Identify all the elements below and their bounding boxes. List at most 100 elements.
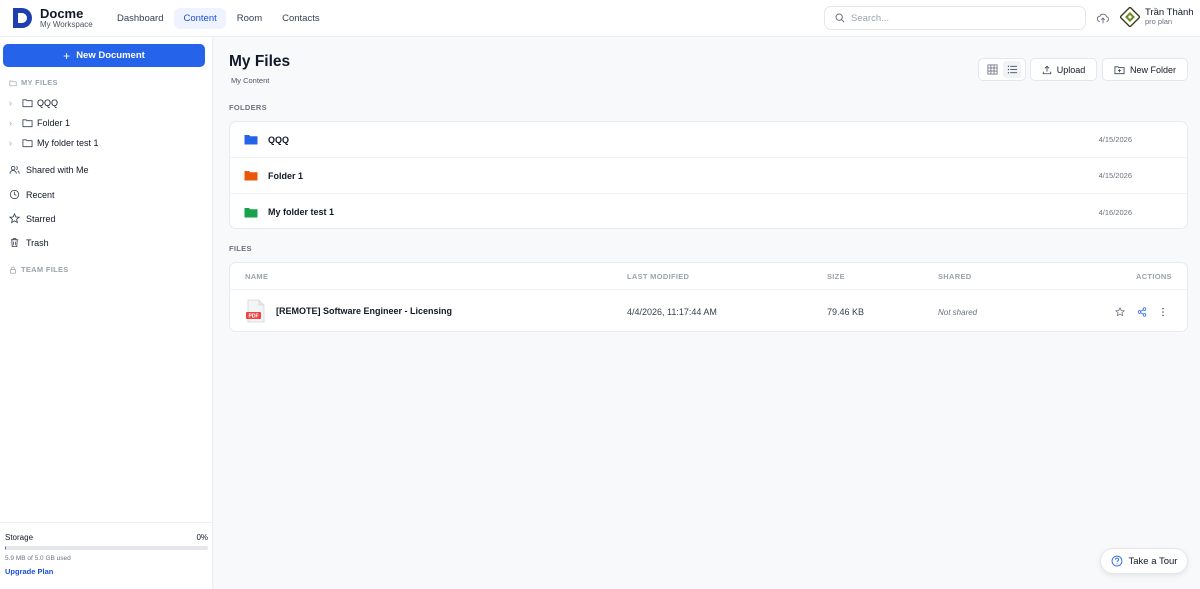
- file-shared-status: Not shared: [938, 308, 978, 317]
- upload-label: Upload: [1056, 64, 1086, 75]
- folder-date: 4/16/2026: [1098, 207, 1132, 217]
- sidebar-folder-my-folder-test-1[interactable]: › My folder test 1: [9, 138, 99, 148]
- brand[interactable]: Docme My Workspace: [0, 6, 108, 30]
- file-size: 79.46 KB: [827, 307, 865, 317]
- upload-icon: [1042, 65, 1051, 74]
- star-icon: [9, 213, 20, 224]
- storage-progress-bar: [5, 546, 208, 550]
- upgrade-plan-link[interactable]: Upgrade Plan: [5, 567, 208, 576]
- take-a-tour-label: Take a Tour: [1128, 555, 1178, 567]
- folder-icon: [22, 119, 33, 128]
- more-options-button[interactable]: [1156, 305, 1170, 319]
- pdf-file-icon: PDF: [246, 299, 265, 323]
- docme-logo-icon: [13, 8, 32, 28]
- sidebar-folder-label: QQQ: [37, 98, 59, 108]
- view-toggle: [978, 58, 1026, 81]
- sidebar: + New Document MY FILES › QQQ › Folder 1…: [0, 37, 213, 589]
- star-button[interactable]: [1113, 305, 1127, 319]
- sidebar-item-starred[interactable]: Starred: [9, 213, 56, 224]
- file-name[interactable]: [REMOTE] Software Engineer - Licensing: [276, 306, 452, 316]
- folders-list: QQQ 4/15/2026 Folder 1 4/15/2026 My fold…: [229, 121, 1188, 229]
- help-circle-icon: [1111, 555, 1122, 567]
- folder-name: Folder 1: [268, 170, 304, 181]
- team-files-label: TEAM FILES: [21, 265, 69, 274]
- column-header-shared: SHARED: [938, 272, 972, 281]
- sidebar-item-label: Recent: [26, 189, 55, 200]
- nav-content[interactable]: Content: [174, 7, 226, 29]
- files-table: NAME LAST MODIFIED SIZE SHARED ACTIONS P…: [229, 262, 1188, 332]
- list-view-button[interactable]: [1003, 61, 1021, 78]
- file-last-modified: 4/4/2026, 11:17:44 AM: [627, 307, 717, 317]
- plus-icon: +: [63, 48, 71, 63]
- folder-plus-icon: [1114, 65, 1125, 74]
- storage-percent: 0%: [196, 533, 208, 542]
- user-plan: pro plan: [1145, 17, 1173, 27]
- sidebar-folder-label: Folder 1: [37, 118, 71, 128]
- search-input[interactable]: [851, 12, 1071, 24]
- folder-name: QQQ: [268, 134, 290, 145]
- folder-outline-icon: [9, 80, 17, 86]
- team-files-heading: TEAM FILES: [9, 265, 69, 274]
- column-header-actions: ACTIONS: [1136, 272, 1172, 281]
- folder-icon: [244, 135, 258, 145]
- sidebar-item-label: Shared with Me: [26, 165, 89, 175]
- search-box[interactable]: [824, 6, 1086, 30]
- folder-icon: [244, 207, 258, 217]
- folder-row[interactable]: Folder 1 4/15/2026: [230, 158, 1187, 194]
- lock-icon: [10, 266, 16, 274]
- more-vertical-icon: [1162, 307, 1164, 317]
- avatar: [1120, 7, 1140, 27]
- folder-icon: [22, 99, 33, 108]
- new-folder-button[interactable]: New Folder: [1102, 58, 1188, 81]
- share-button[interactable]: [1135, 305, 1149, 319]
- chevron-right-icon[interactable]: ›: [9, 118, 19, 128]
- column-header-size[interactable]: SIZE: [827, 272, 845, 281]
- new-folder-label: New Folder: [1129, 64, 1176, 75]
- files-heading: FILES: [229, 244, 252, 253]
- grid-icon: [987, 64, 997, 75]
- take-a-tour-button[interactable]: Take a Tour: [1100, 548, 1188, 574]
- sidebar-item-shared-with-me[interactable]: Shared with Me: [9, 165, 89, 175]
- share-icon: [1137, 307, 1147, 317]
- pdf-badge-label: PDF: [249, 314, 259, 320]
- column-header-last-modified[interactable]: LAST MODIFIED: [627, 272, 689, 281]
- main-nav: Dashboard Content Room Contacts: [108, 7, 329, 29]
- folder-icon: [22, 139, 33, 148]
- chevron-right-icon[interactable]: ›: [9, 138, 19, 148]
- folder-date: 4/15/2026: [1098, 135, 1132, 144]
- page-title: My Files: [229, 53, 291, 70]
- sidebar-item-recent[interactable]: Recent: [9, 189, 55, 200]
- storage-used-text: 5.9 MB of 5.0 GB used: [5, 555, 71, 562]
- brand-name: Docme: [40, 6, 84, 21]
- folder-date: 4/15/2026: [1098, 171, 1132, 180]
- column-header-name[interactable]: NAME: [245, 272, 268, 281]
- new-document-button[interactable]: + New Document: [3, 44, 205, 67]
- upload-button[interactable]: Upload: [1030, 58, 1097, 81]
- grid-view-button[interactable]: [983, 61, 1001, 78]
- trash-icon: [10, 238, 19, 248]
- sidebar-item-label: Starred: [26, 213, 56, 224]
- user-menu[interactable]: Trần Thành pro plan: [1120, 7, 1194, 27]
- my-files-label: MY FILES: [21, 78, 58, 87]
- storage-label: Storage: [5, 533, 34, 542]
- sidebar-item-trash[interactable]: Trash: [9, 237, 49, 248]
- list-icon: [1007, 65, 1017, 74]
- folder-icon: [244, 171, 258, 181]
- sidebar-item-label: Trash: [26, 237, 49, 248]
- chevron-right-icon[interactable]: ›: [9, 98, 19, 108]
- storage-panel: Storage 0% 5.9 MB of 5.0 GB used Upgrade…: [0, 522, 213, 589]
- star-icon: [1115, 307, 1125, 317]
- workspace-name: My Workspace: [40, 20, 93, 29]
- folder-row[interactable]: QQQ 4/15/2026: [230, 122, 1187, 158]
- my-files-heading: MY FILES: [9, 78, 58, 87]
- sidebar-folder-qqq[interactable]: › QQQ: [9, 98, 58, 108]
- nav-contacts[interactable]: Contacts: [273, 8, 329, 29]
- nav-room[interactable]: Room: [228, 8, 271, 29]
- top-bar: Docme My Workspace Dashboard Content Roo…: [0, 0, 1200, 37]
- sidebar-folder-folder-1[interactable]: › Folder 1: [9, 118, 70, 128]
- cloud-upload-icon[interactable]: [1096, 11, 1110, 25]
- users-icon: [9, 165, 20, 174]
- breadcrumb: My Content: [231, 76, 270, 85]
- nav-dashboard[interactable]: Dashboard: [108, 8, 172, 29]
- folder-row[interactable]: My folder test 1 4/16/2026: [230, 194, 1187, 230]
